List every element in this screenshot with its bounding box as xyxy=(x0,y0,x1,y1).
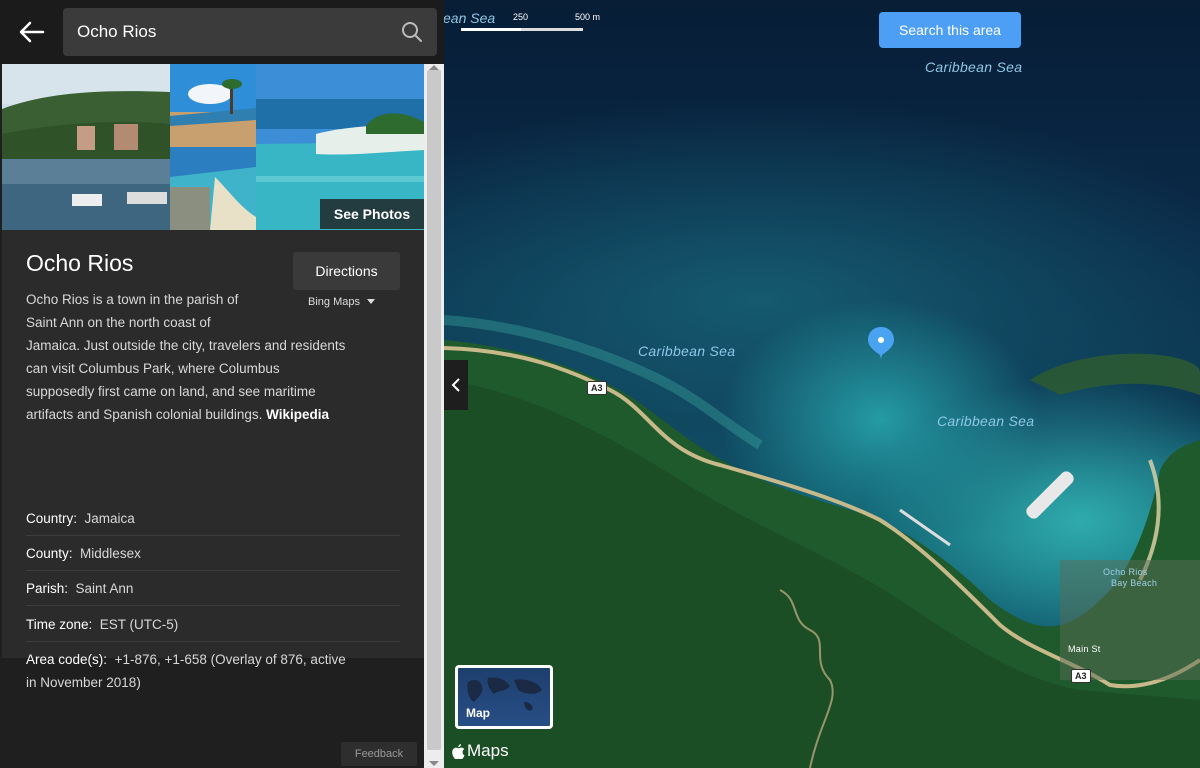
fact-value: Jamaica xyxy=(84,511,135,526)
fact-time-zone: Time zone: EST (UTC-5) xyxy=(26,613,400,636)
fact-divider xyxy=(26,605,400,606)
directions-button[interactable]: Directions xyxy=(293,252,400,290)
panel-scrollbar[interactable] xyxy=(424,64,444,768)
fact-divider xyxy=(26,570,400,571)
photo-beach-bottom[interactable] xyxy=(170,147,256,230)
map-label-sea-3: Caribbean Sea xyxy=(937,413,1035,429)
map-label-sea-1: Caribbean Sea xyxy=(925,59,1023,75)
fact-divider xyxy=(26,535,400,536)
scale-sea-fragment: ean Sea xyxy=(443,10,496,26)
scrollbar-thumb[interactable] xyxy=(427,70,441,750)
description-line: can visit Columbus Park, where Columbus xyxy=(26,361,280,376)
fact-value: +1-876, +1-658 (Overlay of 876, active xyxy=(114,652,346,667)
description-line: artifacts and Spanish colonial buildings… xyxy=(26,407,263,422)
feedback-button[interactable]: Feedback xyxy=(341,742,417,766)
location-pin-icon[interactable] xyxy=(866,325,896,361)
description-line: Ocho Rios is a town in the parish of xyxy=(26,292,239,307)
place-info-card: Ocho Rios Directions Bing Maps Ocho Rios… xyxy=(2,230,424,690)
apple-logo-icon xyxy=(452,743,465,759)
search-input[interactable] xyxy=(77,8,387,56)
photo-strip[interactable]: See Photos xyxy=(2,64,424,230)
scale-label-250: 250 xyxy=(513,12,529,22)
fact-value: Saint Ann xyxy=(75,581,134,596)
poi-label-2: Bay Beach xyxy=(1111,578,1158,588)
fact-area-codes: Area code(s): +1-876, +1-658 (Overlay of… xyxy=(26,648,400,694)
description-line-last: artifacts and Spanish colonial buildings… xyxy=(26,403,406,426)
panel-topbar xyxy=(0,0,444,64)
fact-label: County: xyxy=(26,546,73,561)
photo-beach-top[interactable] xyxy=(170,64,256,147)
scroll-down-icon[interactable] xyxy=(429,761,439,766)
brand-label: Maps xyxy=(467,741,509,760)
apple-maps-brand: Maps xyxy=(452,741,509,761)
scale-bar xyxy=(461,28,583,31)
back-arrow-icon[interactable] xyxy=(16,18,48,46)
fact-divider xyxy=(26,641,400,642)
wikipedia-link[interactable]: Wikipedia xyxy=(266,407,329,422)
fact-county: County: Middlesex xyxy=(26,542,400,565)
chevron-left-icon xyxy=(451,378,460,392)
fact-value: EST (UTC-5) xyxy=(99,617,179,632)
search-box xyxy=(63,8,437,56)
road-badge-a3-west: A3 xyxy=(587,381,607,395)
fact-parish: Parish: Saint Ann xyxy=(26,577,400,600)
panel-scroll-area[interactable]: See Photos Ocho Rios Directions Bing Map… xyxy=(0,64,424,768)
description-line: Jamaica. Just outside the city, traveler… xyxy=(26,338,346,353)
poi-label-1: Ocho Rios xyxy=(1103,567,1148,577)
fact-label: Parish: xyxy=(26,581,69,596)
photo-town[interactable] xyxy=(2,64,170,230)
fact-label: Country: xyxy=(26,511,78,526)
fact-value-continued: in November 2018) xyxy=(26,675,141,690)
search-icon[interactable] xyxy=(401,21,423,43)
fact-value: Middlesex xyxy=(80,546,141,561)
description-line: supposedly first came on land, and see m… xyxy=(26,384,316,399)
place-description: Ocho Rios is a town in the parish of Sai… xyxy=(26,288,406,426)
map-type-label: Map xyxy=(466,706,490,720)
fact-label: Area code(s): xyxy=(26,652,108,667)
place-panel: See Photos Ocho Rios Directions Bing Map… xyxy=(0,0,444,768)
street-label: Main St xyxy=(1068,644,1101,654)
see-photos-button[interactable]: See Photos xyxy=(320,199,424,229)
search-this-area-button[interactable]: Search this area xyxy=(879,12,1021,48)
description-line: Saint Ann on the north coast of xyxy=(26,315,211,330)
app-root: Caribbean Sea Caribbean Sea Caribbean Se… xyxy=(0,0,1200,768)
place-title: Ocho Rios xyxy=(26,250,134,276)
collapse-panel-button[interactable] xyxy=(444,360,468,410)
road-badge-a3-east: A3 xyxy=(1071,669,1091,683)
fact-label: Time zone: xyxy=(26,617,93,632)
map-label-sea-2: Caribbean Sea xyxy=(638,343,736,359)
map-type-toggle[interactable]: Map xyxy=(455,665,553,729)
scale-label-500: 500 m xyxy=(575,12,601,22)
fact-country: Country: Jamaica xyxy=(26,507,400,530)
map-scale: ean Sea 250 500 m xyxy=(443,8,613,34)
